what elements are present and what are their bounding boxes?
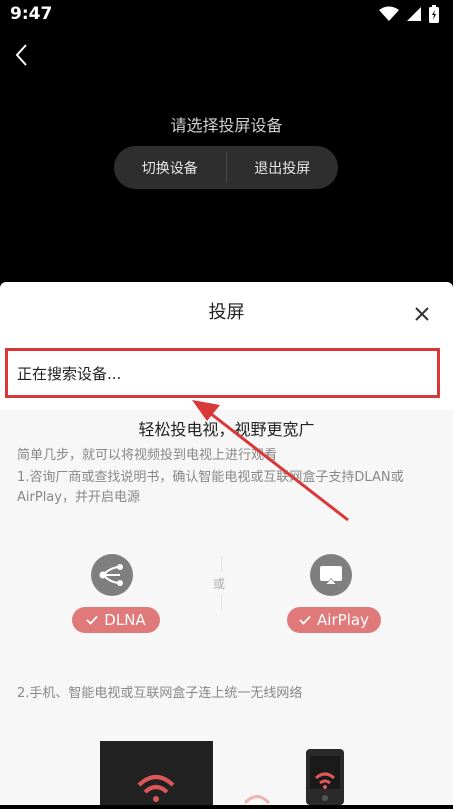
searching-text: 正在搜索设备...: [17, 364, 122, 383]
cast-guide: 轻松投电视，视野更宽广 简单几步，就可以将视频投到电视上进行观看 1.咨询厂商或…: [0, 410, 453, 805]
airplay-icon: [310, 554, 352, 596]
dlna-label: DLNA: [104, 611, 146, 629]
share-icon: [99, 564, 123, 586]
tv-illustration: [100, 741, 213, 805]
wifi-waves-icon: [243, 795, 271, 805]
wifi-signal-icon: [310, 756, 340, 801]
or-divider-top: [221, 556, 222, 572]
airplay-label: AirPlay: [317, 611, 369, 629]
wifi-icon: [379, 6, 399, 21]
switch-device-button[interactable]: 切换设备: [114, 146, 226, 189]
check-icon: [86, 615, 98, 625]
back-button[interactable]: [12, 42, 34, 68]
cast-action-group: 切换设备 退出投屏: [114, 146, 338, 189]
phone-illustration: [306, 749, 344, 805]
dlna-icon: [91, 554, 133, 596]
guide-step-1: 1.咨询厂商或查找说明书，确认智能电视或互联网盒子支持DLAN或AirPlay，…: [17, 470, 404, 505]
check-icon: [299, 615, 311, 625]
sheet-title: 投屏: [208, 302, 245, 323]
status-icons: [379, 5, 439, 23]
cellular-icon: [407, 7, 421, 21]
guide-title: 轻松投电视，视野更宽广: [138, 420, 315, 439]
cast-sheet: 投屏 正在搜索设备... 轻松投电视，视野更宽广 简单几步，就可以将视频投到电视…: [0, 282, 453, 805]
searching-status: 正在搜索设备...: [5, 348, 440, 398]
close-icon: [415, 307, 429, 321]
screen-icon: [320, 566, 342, 585]
or-label: 或: [213, 577, 226, 591]
or-divider-bottom: [221, 594, 222, 610]
battery-icon: [429, 5, 439, 23]
airplay-badge: AirPlay: [287, 607, 381, 633]
guide-subtitle: 简单几步，就可以将视频投到电视上进行观看: [17, 448, 278, 463]
back-icon: [15, 44, 27, 66]
exit-cast-button[interactable]: 退出投屏: [227, 146, 339, 189]
status-time: 9:47: [10, 4, 53, 24]
dlna-badge: DLNA: [72, 607, 160, 633]
wifi-signal-icon: [137, 775, 175, 802]
guide-step-2: 2.手机、智能电视或互联网盒子连上统一无线网络: [17, 686, 303, 701]
cast-prompt: 请选择投屏设备: [170, 116, 283, 135]
close-button[interactable]: [414, 306, 430, 322]
